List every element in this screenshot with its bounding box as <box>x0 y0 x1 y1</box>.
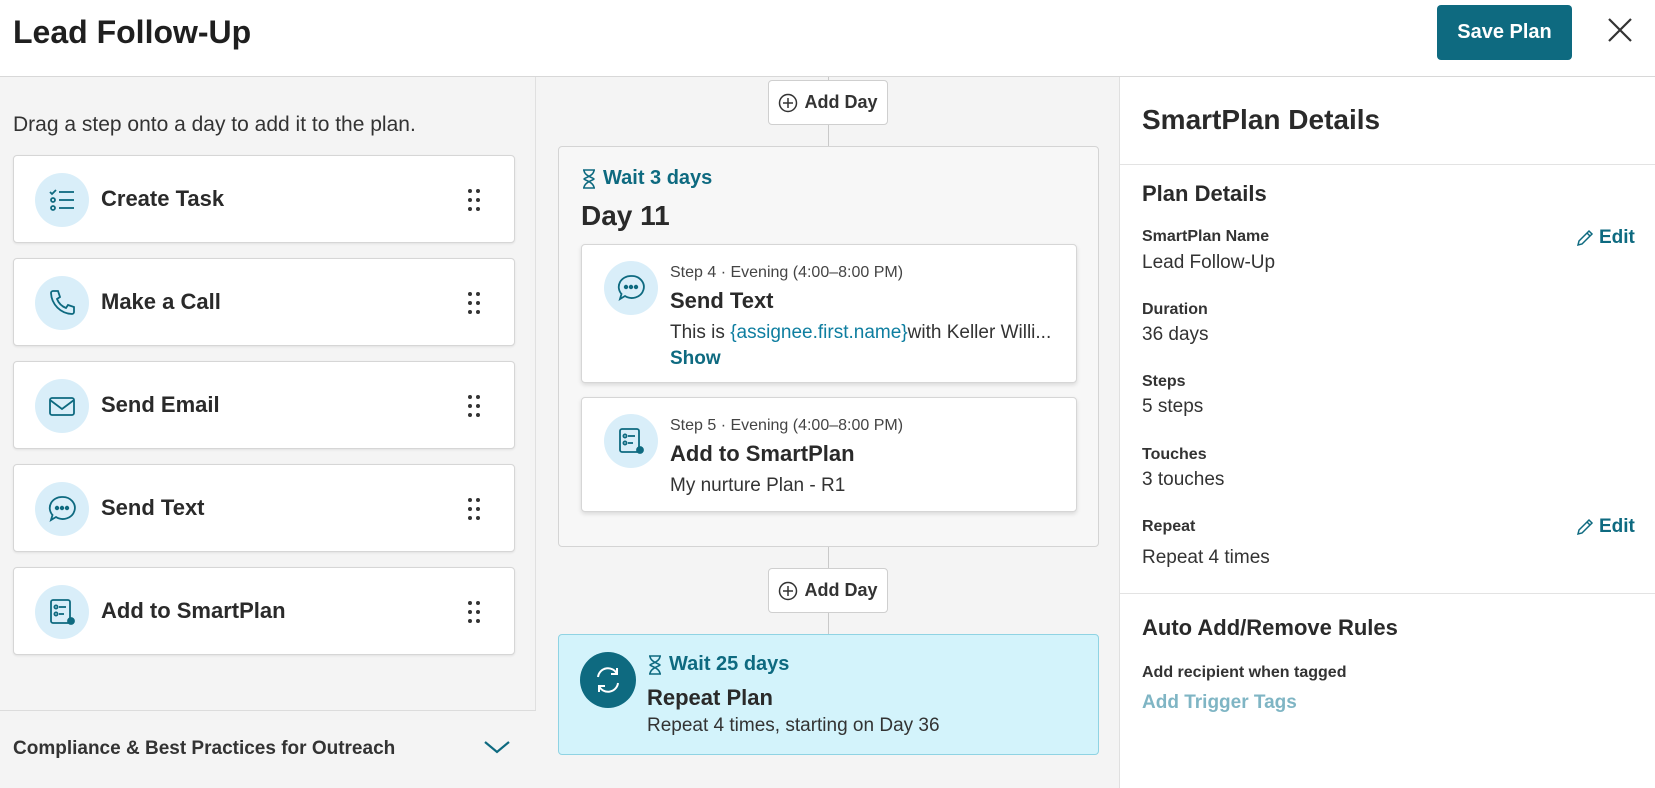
step-body: My nurture Plan - R1 <box>670 475 846 496</box>
task-list-icon <box>35 173 89 227</box>
divider <box>1120 164 1655 165</box>
add-day-button[interactable]: Add Day <box>768 80 888 125</box>
plan-details-heading: Plan Details <box>1142 181 1267 206</box>
repeat-value: Repeat 4 times <box>1142 547 1270 568</box>
step-palette: Drag a step onto a day to add it to the … <box>0 77 536 788</box>
timeline-step-card[interactable]: Step 4 · Evening (4:00–8:00 PM) Send Tex… <box>581 244 1077 383</box>
drag-handle-icon[interactable] <box>467 600 481 624</box>
timeline: Add Day Wait 3 days Day 11 Step 4 · Even… <box>536 77 1120 788</box>
step-label: Add to SmartPlan <box>101 598 286 623</box>
recipient-tagged-label: Add recipient when tagged <box>1142 664 1347 681</box>
step-add-to-smartplan[interactable]: Add to SmartPlan <box>13 567 515 655</box>
step-body: This is {assignee.first.name}with Keller… <box>670 322 1070 344</box>
smartplan-icon <box>35 585 89 639</box>
rules-heading: Auto Add/Remove Rules <box>1142 615 1398 640</box>
step-label: Send Text <box>101 495 205 520</box>
step-create-task[interactable]: Create Task <box>13 155 515 243</box>
repeat-subtitle: Repeat 4 times, starting on Day 36 <box>647 715 940 736</box>
duration-value: 36 days <box>1142 324 1209 345</box>
body-text: with Keller Willi... <box>907 322 1052 343</box>
edit-label: Edit <box>1599 227 1635 248</box>
edit-repeat-button[interactable]: Edit <box>1576 516 1635 538</box>
chat-bubble-icon <box>604 261 658 315</box>
repeat-label: Repeat <box>1142 518 1196 535</box>
wait-indicator: Wait 3 days <box>581 167 712 190</box>
merge-field: {assignee.first.name} <box>730 322 908 343</box>
step-meta: Step 4 · Evening (4:00–8:00 PM) <box>670 264 904 281</box>
step-make-call[interactable]: Make a Call <box>13 258 515 346</box>
timeline-step-card[interactable]: Step 5 · Evening (4:00–8:00 PM) Add to S… <box>581 397 1077 512</box>
compliance-label: Compliance & Best Practices for Outreach <box>13 738 396 759</box>
step-title: Send Text <box>670 288 774 313</box>
drag-handle-icon[interactable] <box>467 188 481 212</box>
palette-hint: Drag a step onto a day to add it to the … <box>13 113 416 136</box>
phone-icon <box>35 276 89 330</box>
show-more-link[interactable]: Show <box>670 348 721 370</box>
compliance-accordion[interactable]: Compliance & Best Practices for Outreach <box>0 710 536 788</box>
wait-label: Wait 25 days <box>669 653 790 675</box>
chevron-down-icon[interactable] <box>482 737 512 757</box>
day-title: Day 11 <box>581 200 670 231</box>
edit-label: Edit <box>1599 516 1635 537</box>
add-day-label: Add Day <box>804 92 878 112</box>
hourglass-icon <box>583 168 595 189</box>
pencil-icon <box>1576 518 1594 536</box>
step-send-email[interactable]: Send Email <box>13 361 515 449</box>
divider <box>1120 593 1655 594</box>
step-title: Add to SmartPlan <box>670 441 855 466</box>
steps-value: 5 steps <box>1142 396 1204 417</box>
drag-handle-icon[interactable] <box>467 291 481 315</box>
steps-label: Steps <box>1142 373 1186 390</box>
touches-value: 3 touches <box>1142 469 1225 490</box>
wait-indicator: Wait 25 days <box>647 653 789 676</box>
page-title: Lead Follow-Up <box>13 14 252 50</box>
hourglass-icon <box>649 654 661 675</box>
smartplan-name-label: SmartPlan Name <box>1142 228 1270 245</box>
envelope-icon <box>35 379 89 433</box>
header: Lead Follow-Up Save Plan <box>0 0 1655 77</box>
duration-label: Duration <box>1142 301 1208 318</box>
step-send-text[interactable]: Send Text <box>13 464 515 552</box>
details-title: SmartPlan Details <box>1142 104 1381 135</box>
plus-circle-icon <box>779 581 798 600</box>
add-day-label: Add Day <box>804 580 878 600</box>
smartplan-name-value: Lead Follow-Up <box>1142 252 1276 273</box>
plus-circle-icon <box>779 93 798 112</box>
repeat-title: Repeat Plan <box>647 685 773 710</box>
drag-handle-icon[interactable] <box>467 497 481 521</box>
drag-handle-icon[interactable] <box>467 394 481 418</box>
repeat-icon <box>580 652 636 708</box>
body-text: This is <box>670 322 731 343</box>
repeat-plan-card[interactable]: Wait 25 days Repeat Plan Repeat 4 times,… <box>558 634 1099 755</box>
step-meta: Step 5 · Evening (4:00–8:00 PM) <box>670 417 904 434</box>
touches-label: Touches <box>1142 446 1207 463</box>
step-label: Make a Call <box>101 289 221 314</box>
details-panel: SmartPlan Details Plan Details SmartPlan… <box>1120 77 1655 788</box>
wait-label: Wait 3 days <box>603 167 713 189</box>
add-day-button[interactable]: Add Day <box>768 568 888 613</box>
add-trigger-tags-link[interactable]: Add Trigger Tags <box>1142 692 1297 714</box>
step-label: Create Task <box>101 186 225 211</box>
chat-bubble-icon <box>35 482 89 536</box>
pencil-icon <box>1576 229 1594 247</box>
edit-name-button[interactable]: Edit <box>1576 227 1635 249</box>
step-label: Send Email <box>101 392 220 417</box>
save-plan-button[interactable]: Save Plan <box>1437 5 1572 60</box>
day-container: Wait 3 days Day 11 Step 4 · Evening (4:0… <box>558 146 1099 547</box>
smartplan-icon <box>604 414 658 468</box>
close-icon[interactable] <box>1604 14 1636 46</box>
